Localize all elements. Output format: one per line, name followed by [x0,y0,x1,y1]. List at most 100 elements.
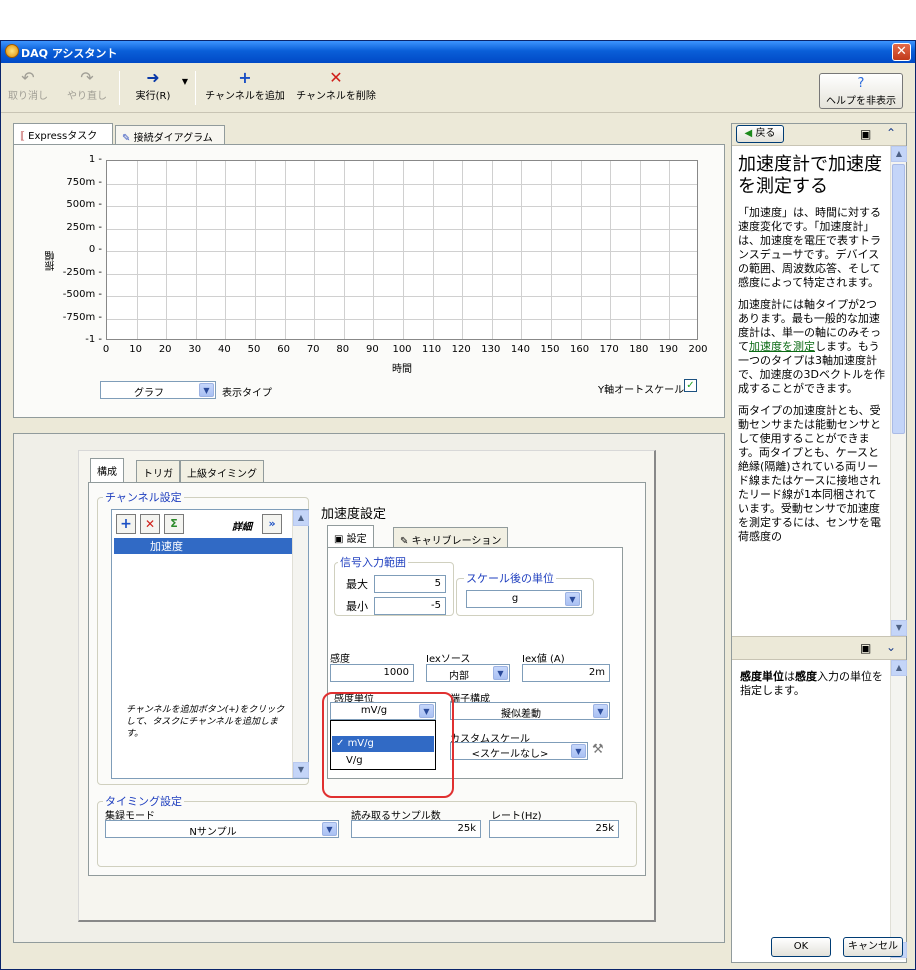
redo-button[interactable]: ↷ やり直し [61,69,113,103]
run-arrow-icon: ➜ [146,68,160,87]
iex-source-combo[interactable]: 内部 ▼ [426,664,510,682]
scroll-thumb[interactable] [892,164,905,434]
display-type-label: 表示タイプ [222,388,272,399]
subtab-calibration[interactable]: ✎ キャリブレーション [393,527,509,549]
grid-line-vertical [462,161,464,339]
x-tick-label: 90 [366,344,379,355]
x-tick-label: 180 [629,344,649,355]
back-button[interactable]: ◀ 戻る [736,125,784,143]
grid-line-vertical [551,161,552,339]
samples-input[interactable]: 25k [351,820,481,838]
channel-list[interactable]: + ✕ Σ 詳細 » 加速度 チャンネルを追加ボタン(+)をクリックして、タスク… [111,509,309,779]
express-task-icon: ⟦ [20,131,25,142]
remove-channel-button[interactable]: ✕ チャンネルを削除 [293,69,379,103]
scroll-down-icon[interactable]: ▼ [891,620,907,636]
tab-connection[interactable]: ✎ 接続ダイアグラム [115,125,225,144]
tab-express[interactable]: ⟦ Expressタスク [13,123,113,144]
sensitivity-input[interactable]: 1000 [330,664,414,682]
autoscale-label: Y軸オートスケール [598,385,685,396]
ok-button[interactable]: OK [771,937,831,957]
description-scrollbar[interactable]: ▲ ▼ [890,660,907,960]
channel-list-scrollbar[interactable]: ▲ ▼ [292,510,309,778]
calibration-icon: ✎ [400,536,409,547]
iex-source-value: 内部 [449,671,469,682]
tab-advanced-timing[interactable]: 上級タイミング [180,460,264,482]
acq-mode-value: Nサンプル [189,827,237,838]
redo-label: やり直し [67,91,107,102]
y-tick-label: -750m - [62,311,102,323]
custom-scale-combo[interactable]: <スケールなし> ▼ [450,742,588,760]
y-tick-label: 1 - [88,154,102,165]
wrench-icon[interactable]: ⚒ [592,742,604,757]
run-label: 実行(R) [135,91,171,102]
channel-tool-button[interactable]: Σ [164,514,184,534]
undo-label: 取り消し [8,91,48,102]
terminal-value: 擬似差動 [501,709,541,720]
collapse-down-icon[interactable]: ⌄ [886,640,896,654]
scroll-down-icon[interactable]: ▼ [293,762,309,778]
close-button[interactable]: ✕ [892,43,911,61]
tab-trigger[interactable]: トリガ [136,460,180,482]
accel-settings-title: 加速度設定 [321,507,387,522]
toolbar: ↶ 取り消し ↷ やり直し ➜ 実行(R) ▼ + チャンネルを追加 ✕ チャン… [1,63,915,113]
scroll-up-icon[interactable]: ▲ [891,660,907,676]
measure-accel-link[interactable]: 加速度を測定 [749,340,815,353]
hide-help-button[interactable]: ? ヘルプを非表示 [819,73,903,109]
run-button[interactable]: ➜ 実行(R) [127,68,179,103]
remove-channel-small-button[interactable]: ✕ [140,514,160,534]
display-type-combo[interactable]: グラフ ▼ [100,381,216,399]
desc-bold-1: 感度単位 [740,670,784,683]
y-tick-label: 250m - [66,221,102,233]
grid-line-vertical [136,161,138,339]
window-icon-2[interactable]: ▣ [860,641,871,655]
display-type-value: グラフ [134,388,164,399]
cancel-button[interactable]: キャンセル [843,937,903,957]
back-arrow-icon: ◀ [744,128,753,139]
scroll-up-icon[interactable]: ▲ [891,146,907,162]
run-dropdown-icon[interactable]: ▼ [179,77,191,86]
x-tick-label: 60 [277,344,290,355]
y-tick-label: -250m - [62,266,102,278]
subtab-settings[interactable]: ▣ 設定 [327,525,374,547]
grid-line-vertical [669,161,671,339]
add-channel-button[interactable]: + チャンネルを追加 [201,69,289,103]
grid-line-vertical [521,161,523,339]
help-icon: ? [857,76,865,91]
min-input[interactable]: -5 [374,597,446,615]
control-description: 感度単位は感度入力の単位を指定します。 [740,670,886,698]
subtab-calibration-label: キャリブレーション [411,536,502,547]
iex-value-input[interactable]: 2m [522,664,610,682]
help-paragraph-3: 両タイプの加速度計とも、受動センサまたは能動センサとして使用することができます。… [738,404,881,543]
tab-config[interactable]: 構成 [90,458,124,482]
scroll-up-icon[interactable]: ▲ [293,510,309,526]
grid-line-vertical [403,161,404,339]
max-label: 最大 [346,578,368,591]
autoscale-checkbox[interactable]: ✓ [684,379,697,392]
x-tick-label: 20 [158,344,172,355]
scaled-units-combo[interactable]: g ▼ [466,590,582,608]
grid-line-vertical [314,161,316,339]
x-tick-label: 150 [540,344,560,355]
channel-item-acceleration[interactable]: 加速度 [114,538,292,554]
title-bar[interactable]: DAQ アシスタント ✕ [1,41,915,63]
acq-mode-combo[interactable]: Nサンプル ▼ [105,820,339,838]
rate-input[interactable]: 25k [489,820,619,838]
x-tick-label: 120 [451,344,471,355]
grid-line-vertical [373,161,375,339]
help-scrollbar[interactable]: ▲ ▼ [890,146,907,636]
undo-button[interactable]: ↶ 取り消し [5,69,51,103]
max-input[interactable]: 5 [374,575,446,593]
collapse-up-icon[interactable]: ⌃ [886,126,896,140]
window-icon[interactable]: ▣ [860,127,871,141]
add-channel-small-button[interactable]: + [116,514,136,534]
plus-icon: + [120,516,132,532]
details-label: 詳細 [232,522,252,533]
grid-line-vertical [491,161,493,339]
terminal-combo[interactable]: 擬似差動 ▼ [450,702,610,720]
help-header: ◀ 戻る ▣ ⌃ [732,124,906,146]
window-title: DAQ アシスタント [21,47,118,60]
x-tick-label: 110 [422,344,442,355]
expand-details-button[interactable]: » [262,514,282,534]
plot-area[interactable] [106,160,698,340]
x-tick-label: 0 [102,344,110,355]
